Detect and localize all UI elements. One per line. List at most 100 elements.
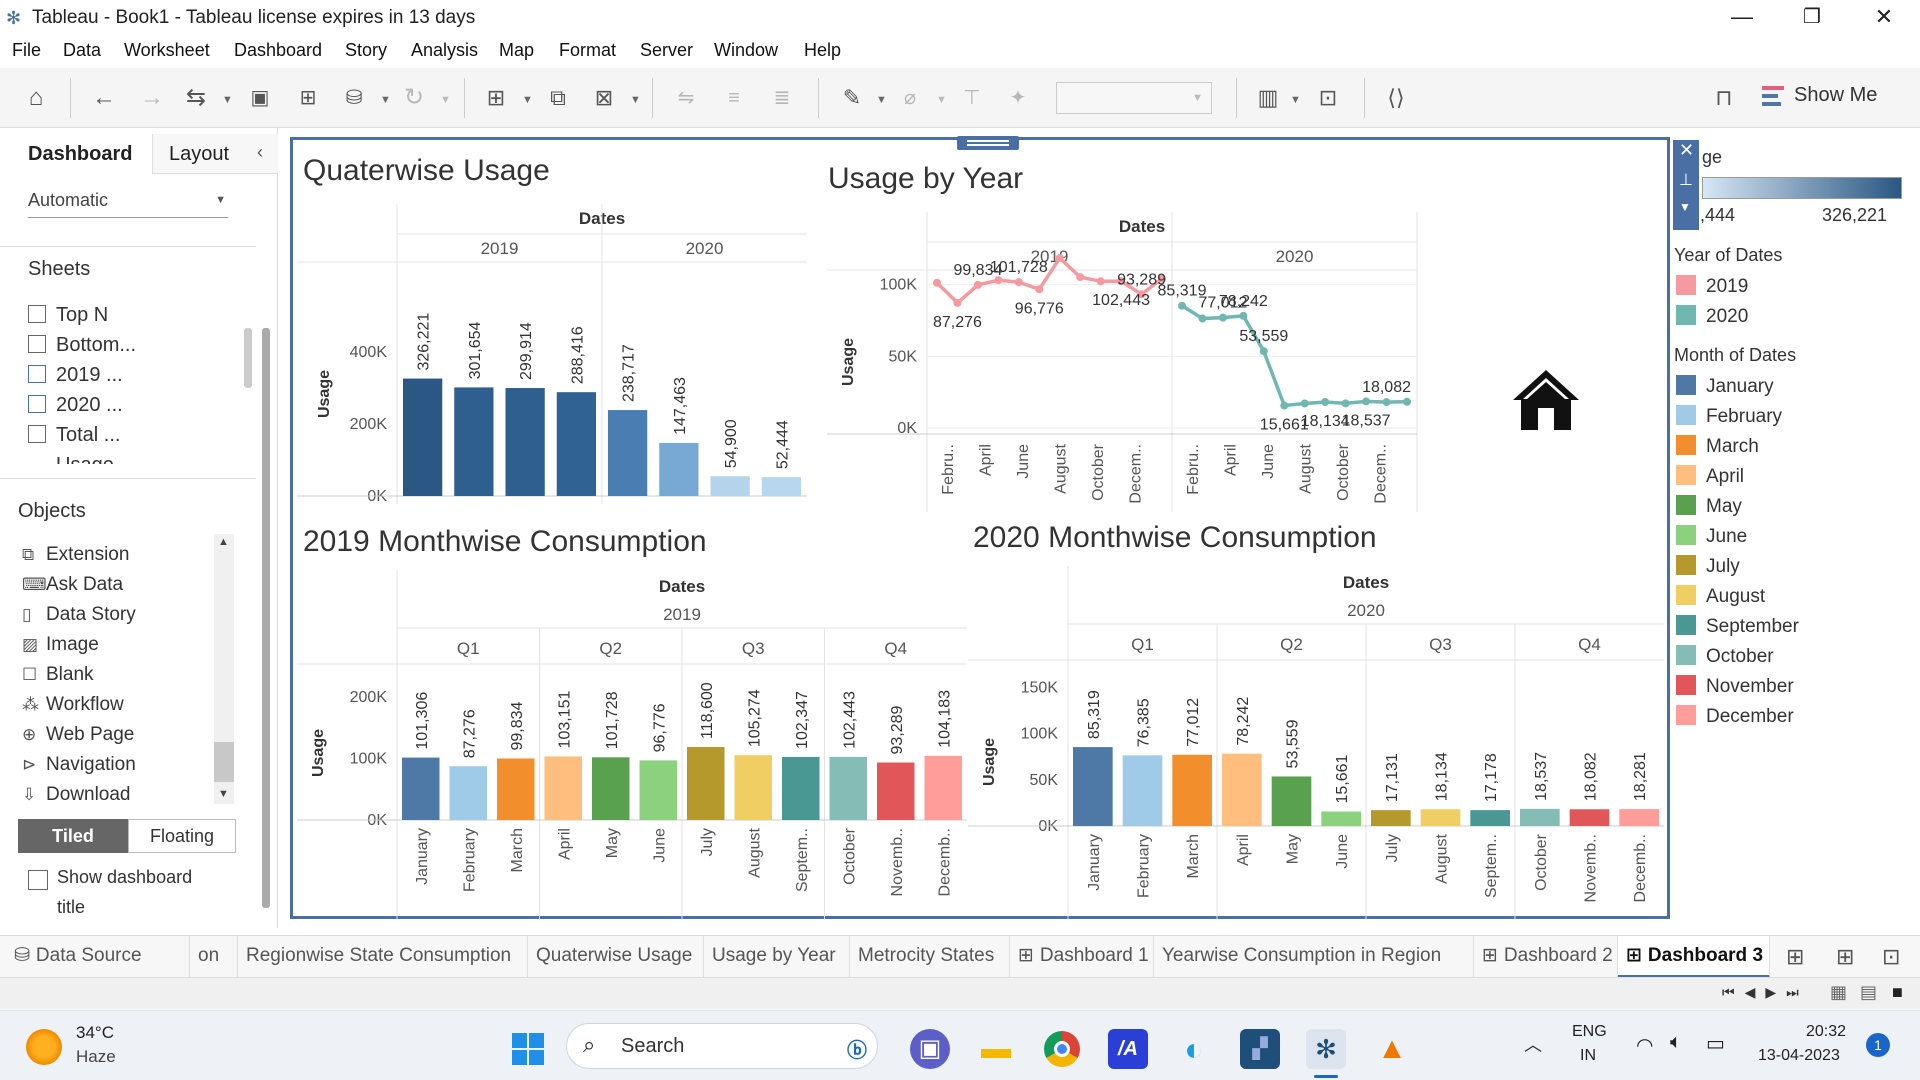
panel-scrollbar[interactable] (262, 328, 270, 908)
chevron-down-icon[interactable]: ▼ (380, 94, 391, 106)
legend-item-month[interactable]: May (1676, 495, 1742, 518)
tab-dashboard[interactable]: ⊞ Dashboard 2 (1474, 936, 1618, 978)
sheet-item[interactable]: 2020 ... (28, 394, 123, 417)
chevron-down-icon[interactable]: ▼ (1290, 94, 1301, 106)
tabs-view-icon[interactable]: ■ (1892, 982, 1903, 1003)
legend-item-month[interactable]: November (1676, 675, 1794, 698)
dashboard-canvas[interactable]: ✕ ⊥ ▼ Quaterwise Usage Dates 2019 2020 0K 20… (290, 136, 1699, 920)
swap-rows-columns-icon[interactable]: ⇋ (668, 82, 704, 114)
sheet-item[interactable]: Bottom... (28, 334, 136, 357)
fit-select[interactable]: ▼ (1056, 82, 1212, 114)
tab-layout[interactable]: Layout ‹ (152, 134, 278, 174)
menu-dashboard[interactable]: Dashboard (234, 40, 322, 61)
tab-sheet[interactable]: Yearwise Consumption in Region (1154, 936, 1474, 978)
usage-by-year-chart[interactable]: Dates0K50K100KUsage201999,83487,27696,77… (827, 212, 1437, 512)
sheet-item[interactable]: Total ... (28, 424, 120, 447)
tab-dashboard-active[interactable]: ⊞ Dashboard 3 (1618, 936, 1770, 978)
sheet-item[interactable]: 2019 ... (28, 364, 123, 387)
minimize-icon[interactable]: — (1722, 4, 1762, 30)
restore-icon[interactable]: ❐ (1792, 4, 1832, 29)
paint-roller-icon[interactable]: ⊓ (1706, 82, 1742, 114)
object-download[interactable]: ⇩ Download (22, 784, 131, 806)
collapse-icon[interactable]: ‹ (257, 134, 263, 170)
redo-icon[interactable]: → (134, 82, 170, 114)
swap-icon[interactable]: ⇆ (178, 82, 214, 114)
sheet-navigation-icons[interactable]: ⏮◀▶⏭ (1722, 984, 1809, 1001)
menu-server[interactable]: Server (640, 40, 693, 61)
tab-dashboard[interactable]: ⊞ Dashboard 1 (1010, 936, 1154, 978)
object-blank[interactable]: ☐ Blank (22, 664, 94, 686)
tab-sheet[interactable]: Usage by Year (704, 936, 850, 978)
chrome-icon[interactable] (1042, 1029, 1082, 1069)
chevron-up-icon[interactable]: ︿ (1524, 1031, 1542, 1057)
duplicate-sheet-icon[interactable]: ⧉ (540, 82, 576, 114)
object-extension[interactable]: ⧉ Extension (22, 544, 129, 566)
tab-sheet[interactable]: Quaterwise Usage (528, 936, 704, 978)
new-worksheet-icon[interactable]: ⊞ (1786, 944, 1804, 970)
tab-sheet[interactable]: Metrocity States (850, 936, 1010, 978)
legend-item-month[interactable]: June (1676, 525, 1747, 548)
sheets-scrollbar[interactable] (244, 328, 252, 388)
save-icon[interactable]: ▣ (242, 82, 278, 114)
clock-time[interactable]: 20:32 (1806, 1023, 1846, 1041)
tab-data-source[interactable]: ⛁ Data Source (0, 936, 190, 978)
size-select[interactable]: Automatic ▼ (28, 184, 228, 218)
menu-worksheet[interactable]: Worksheet (124, 40, 210, 61)
legend-item-month[interactable]: July (1676, 555, 1740, 578)
refresh-icon[interactable]: ↻ (396, 82, 432, 114)
legend-item-year[interactable]: 2019 (1676, 275, 1748, 298)
tab-sheet[interactable]: on (190, 936, 238, 978)
file-explorer-icon[interactable]: ▬ (976, 1029, 1016, 1069)
sheet-sorter-icon[interactable]: ▦ (1830, 982, 1847, 1003)
sheet-item[interactable]: Top N (28, 304, 108, 327)
share-icon[interactable]: ⟨⟩ (1378, 82, 1414, 114)
object-web-page[interactable]: ⊕ Web Page (22, 724, 134, 746)
chevron-down-icon[interactable]: ▼ (522, 94, 533, 106)
terminal-icon[interactable]: ▞ (1240, 1029, 1280, 1069)
new-datasource-icon[interactable]: ⊞ (290, 82, 326, 114)
floating-button[interactable]: Floating (128, 819, 236, 853)
legend-item-month[interactable]: October (1676, 645, 1774, 668)
menu-help[interactable]: Help (804, 40, 841, 61)
group-icon[interactable]: ⌀ (892, 82, 928, 114)
menu-analysis[interactable]: Analysis (411, 40, 478, 61)
menu-window[interactable]: Window (714, 40, 778, 61)
tab-dashboard[interactable]: Dashboard (0, 134, 150, 174)
home-icon[interactable]: ⌂ (18, 82, 54, 114)
chevron-down-icon[interactable]: ▼ (630, 94, 641, 106)
battery-icon[interactable]: ▭ (1706, 1031, 1725, 1056)
object-navigation[interactable]: ⊳ Navigation (22, 754, 136, 776)
edge-icon[interactable]: ◐ (1174, 1029, 1214, 1069)
sort-descending-icon[interactable]: ≣ (764, 82, 800, 114)
new-worksheet-icon[interactable]: ⊞ (478, 82, 514, 114)
sort-ascending-icon[interactable]: ≡ (716, 82, 752, 114)
chevron-down-icon[interactable]: ▼ (440, 94, 451, 106)
vlc-icon[interactable]: ▲ (1372, 1029, 1412, 1069)
tab-sheet[interactable]: Regionwise State Consumption (238, 936, 528, 978)
label-icon[interactable]: ⊤ (954, 82, 990, 114)
language-code[interactable]: ENG (1572, 1023, 1607, 1041)
show-title-checkbox[interactable] (28, 870, 48, 890)
chevron-down-icon[interactable]: ▼ (222, 94, 233, 106)
legend-item-month[interactable]: August (1676, 585, 1765, 608)
pin-icon[interactable]: ✦ (1000, 82, 1036, 114)
vscode-icon[interactable]: /A (1108, 1029, 1148, 1069)
legend-item-year[interactable]: 2020 (1676, 305, 1748, 328)
weather-icon[interactable] (26, 1029, 62, 1065)
notification-badge[interactable]: 1 (1866, 1033, 1890, 1057)
legend-item-month[interactable]: April (1676, 465, 1744, 488)
object-data-story[interactable]: ▯ Data Story (22, 604, 136, 626)
new-dashboard-icon[interactable]: ⊞ (1836, 944, 1854, 970)
usage-color-ramp[interactable] (1702, 177, 1902, 199)
monthwise-2020-chart[interactable]: Dates2020Q1 Q2 Q3 Q40K50K100K150KUsage85,31… (968, 566, 1668, 920)
volume-icon[interactable]: 🔈︎ (1670, 1031, 1682, 1054)
legend-item-month[interactable]: February (1676, 405, 1782, 428)
monthwise-2019-chart[interactable]: Dates2019Q1 Q2 Q3 Q40K100K200KUsage101,306J… (297, 570, 967, 920)
menu-story[interactable]: Story (345, 40, 387, 61)
menu-format[interactable]: Format (559, 40, 616, 61)
teams-icon[interactable]: ▣ (910, 1029, 950, 1069)
clear-sheet-icon[interactable]: ⊠ (586, 82, 622, 114)
menu-data[interactable]: Data (63, 40, 101, 61)
object-image[interactable]: ▨ Image (22, 634, 99, 656)
datasource-icon[interactable]: ⛁ (336, 82, 372, 114)
